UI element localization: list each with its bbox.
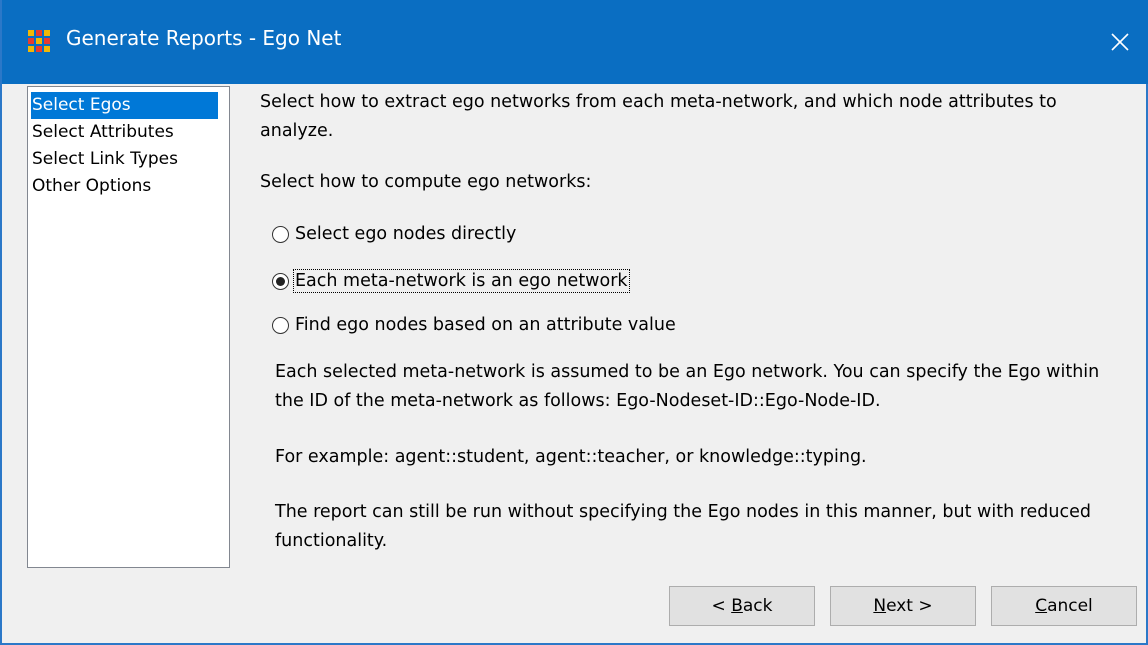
cancel-rest: ancel bbox=[1047, 596, 1093, 616]
description-paragraph-3: The report can still be run without spec… bbox=[275, 502, 1091, 551]
description-paragraph-1: Each selected meta-network is assumed to… bbox=[275, 362, 1100, 411]
intro-text: Select how to extract ego networks from … bbox=[260, 92, 1057, 141]
close-icon bbox=[1111, 33, 1129, 51]
step-item-other-options[interactable]: Other Options bbox=[28, 173, 229, 200]
cancel-mnemonic: C bbox=[1035, 596, 1048, 616]
radio-find-by-attribute[interactable]: Find ego nodes based on an attribute val… bbox=[272, 312, 676, 338]
radio-button-unchecked[interactable] bbox=[272, 225, 289, 243]
radio-label: Find ego nodes based on an attribute val… bbox=[295, 315, 676, 335]
title-bar[interactable]: Generate Reports - Ego Net bbox=[2, 0, 1148, 84]
radio-button-checked[interactable] bbox=[272, 272, 289, 290]
step-item-select-attributes[interactable]: Select Attributes bbox=[28, 119, 229, 146]
next-mnemonic: N bbox=[873, 596, 887, 616]
radio-each-meta-network[interactable]: Each meta-network is an ego network bbox=[272, 268, 630, 294]
cancel-button[interactable]: Cancel bbox=[991, 586, 1137, 626]
radio-label: Each meta-network is an ego network bbox=[293, 269, 630, 293]
radio-button-unchecked[interactable] bbox=[272, 316, 289, 334]
step-item-select-egos[interactable]: Select Egos bbox=[31, 92, 218, 119]
back-mnemonic: B bbox=[731, 596, 743, 616]
back-prefix: < bbox=[711, 596, 732, 616]
window-title: Generate Reports - Ego Net bbox=[66, 26, 342, 50]
description-paragraph-2: For example: agent::student, agent::teac… bbox=[275, 447, 867, 467]
dialog-window: Generate Reports - Ego Net Select Egos S… bbox=[0, 0, 1148, 645]
radio-dot bbox=[276, 276, 285, 286]
step-item-select-link-types[interactable]: Select Link Types bbox=[28, 146, 229, 173]
step-list: Select Egos Select Attributes Select Lin… bbox=[27, 86, 230, 568]
close-button[interactable] bbox=[1090, 18, 1148, 66]
next-button[interactable]: Next > bbox=[830, 586, 976, 626]
app-network-icon bbox=[27, 29, 51, 53]
back-rest: ack bbox=[742, 596, 773, 616]
next-rest: ext > bbox=[886, 596, 933, 616]
compute-method-label: Select how to compute ego networks: bbox=[260, 172, 592, 192]
radio-label: Select ego nodes directly bbox=[295, 224, 517, 244]
back-button[interactable]: < Back bbox=[669, 586, 815, 626]
radio-select-ego-nodes[interactable]: Select ego nodes directly bbox=[272, 221, 516, 247]
